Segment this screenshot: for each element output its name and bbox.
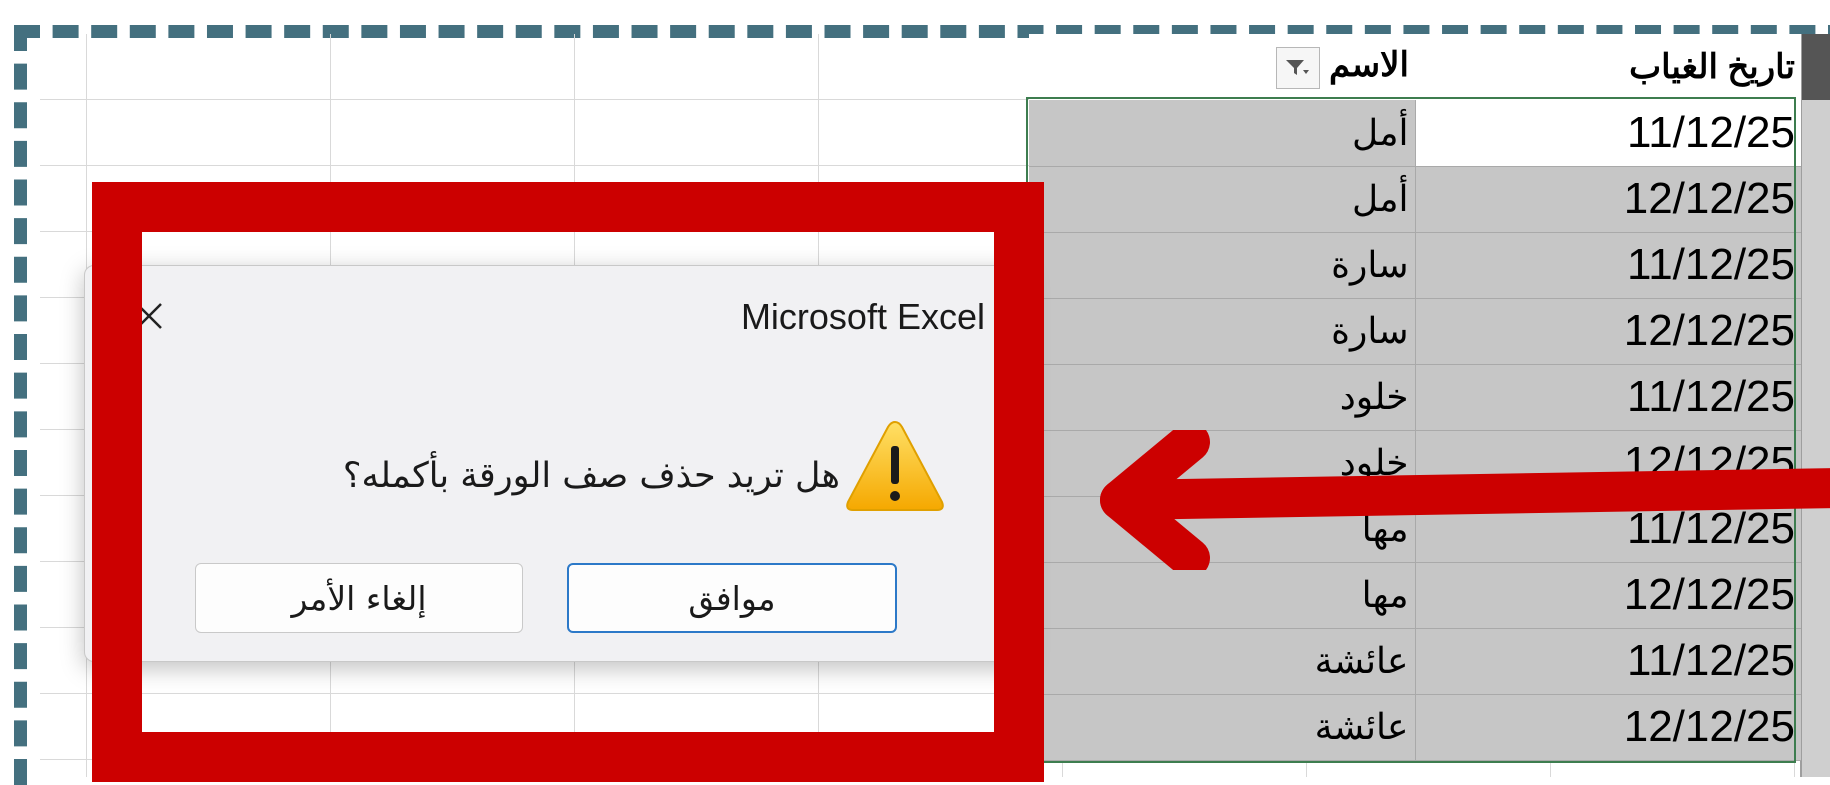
name-header-label: الاسم xyxy=(1329,46,1409,85)
red-highlight-box xyxy=(92,182,1044,782)
red-arrow xyxy=(1100,430,1830,570)
table-header-row: الاسم تاريخ الغياب xyxy=(1029,34,1801,100)
date-header-cell[interactable]: تاريخ الغياب xyxy=(1415,34,1801,100)
filter-icon xyxy=(1285,59,1309,75)
filter-dropdown-button[interactable] xyxy=(1275,46,1320,89)
row-headers[interactable] xyxy=(1800,34,1830,777)
name-header-cell[interactable]: الاسم xyxy=(1029,34,1415,100)
